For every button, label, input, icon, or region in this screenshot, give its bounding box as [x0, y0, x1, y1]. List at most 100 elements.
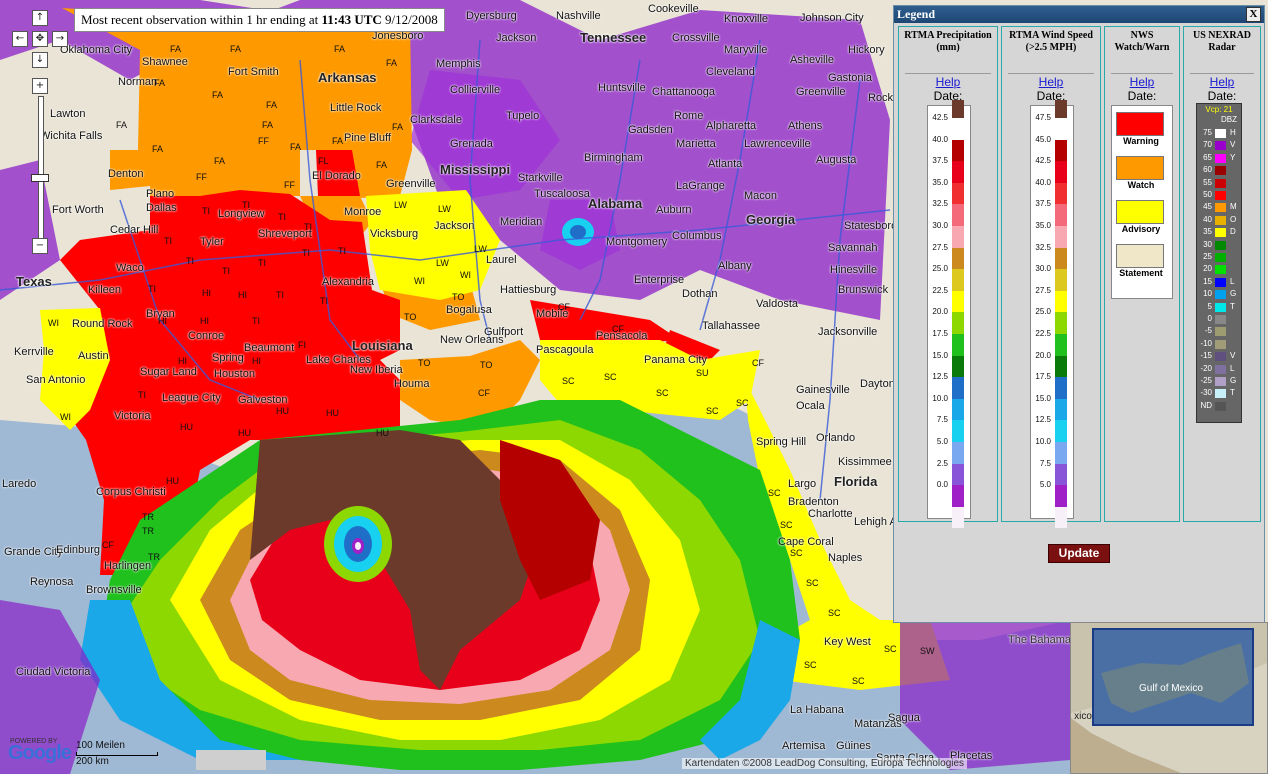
pan-up-button[interactable]: ↑: [32, 10, 48, 26]
scale-tick-label: 47.5: [1035, 113, 1051, 122]
zoom-slider-track[interactable]: [38, 96, 44, 242]
scale-tick-label: 10.0: [1035, 437, 1051, 446]
nws-date-label: Date:: [1127, 89, 1157, 103]
alert-code-label: SU: [696, 368, 709, 378]
scale-tick-label: 27.5: [1035, 285, 1051, 295]
nws-swatch-warning: [1116, 112, 1164, 136]
scale-swatch: [1055, 355, 1067, 378]
radar-swatch: [1215, 327, 1226, 337]
overview-map[interactable]: Gulf of Mexico xico: [1070, 622, 1268, 774]
place-label: Naples: [828, 552, 863, 564]
scale-tick-label: 35.0: [1035, 221, 1051, 230]
place-label: Grenada: [450, 138, 493, 150]
alert-code-label: FL: [318, 156, 329, 166]
radar-category-letter: L: [1230, 363, 1235, 373]
scale-tick-label: 42.5: [1035, 156, 1051, 166]
plus-icon: +: [35, 80, 45, 91]
radar-category-letter: V: [1230, 351, 1236, 361]
scale-tick-label: 17.5: [1035, 372, 1051, 382]
alert-code-label: HI: [178, 356, 187, 366]
place-label: Spring: [212, 352, 244, 364]
legend-separator: [1008, 73, 1094, 74]
place-label: Largo: [788, 478, 817, 490]
pan-right-button[interactable]: →: [52, 31, 68, 47]
google-logo[interactable]: Google: [8, 742, 72, 765]
zoom-slider-thumb[interactable]: [31, 174, 49, 182]
alert-code-label: HU: [238, 428, 251, 438]
radar-dbz-value: 65: [1203, 152, 1212, 162]
precip-help-link[interactable]: Help: [899, 75, 997, 89]
alert-code-label: SC: [852, 676, 865, 686]
alert-code-label: HI: [252, 356, 261, 366]
scale-swatch: [1055, 182, 1067, 205]
radar-dbz-value: 45: [1203, 202, 1212, 212]
place-label: Ocala: [796, 400, 825, 412]
place-label: LaGrange: [676, 180, 725, 192]
zoom-out-button[interactable]: −: [32, 238, 48, 254]
place-label: Valdosta: [756, 298, 798, 310]
place-label: Dallas: [146, 202, 177, 214]
place-label: Bogalusa: [446, 304, 492, 316]
wind-help-link[interactable]: Help: [1002, 75, 1100, 89]
legend-col-nws-title: NWS Watch/Warn: [1114, 30, 1170, 53]
radar-swatch: [1215, 377, 1226, 386]
place-label: Texas: [16, 274, 52, 289]
place-label: Cape Coral: [778, 536, 834, 548]
pan-down-button[interactable]: ↓: [32, 52, 48, 68]
radar-swatch: [1215, 315, 1226, 324]
alert-code-label: SW: [920, 646, 935, 656]
scale-tick-label: 32.5: [1035, 242, 1051, 252]
pan-left-button[interactable]: ←: [12, 31, 28, 47]
nws-help-link[interactable]: Help: [1105, 75, 1179, 89]
legend-col-radar: US NEXRAD Radar Help Date: Vcp: 21 DBZ 7…: [1183, 26, 1261, 522]
radar-dbz-value: 30: [1203, 239, 1212, 249]
legend-title-bar[interactable]: Legend X: [894, 6, 1264, 23]
place-label: Macon: [744, 190, 778, 202]
place-label: El Dorado: [312, 170, 361, 182]
alert-code-label: HI: [202, 288, 211, 298]
legend-col-radar-title: US NEXRAD Radar: [1192, 30, 1252, 53]
map-attribution[interactable]: Kartendaten ©2008 LeadDog Consulting, Eu…: [682, 758, 968, 769]
place-label: Jacksonville: [818, 326, 878, 338]
scale-swatch: [952, 269, 964, 291]
update-button[interactable]: Update: [1048, 544, 1110, 563]
place-label: Panama City: [644, 354, 707, 366]
place-label: Fort Worth: [52, 204, 104, 216]
place-label: Austin: [78, 350, 109, 362]
zoom-in-button[interactable]: +: [32, 78, 48, 94]
place-label: Lawrenceville: [744, 138, 811, 150]
radar-category-letter: V: [1230, 140, 1236, 150]
place-label: Sugar Land: [140, 366, 197, 378]
place-label: Albany: [718, 260, 752, 272]
radar-help-link[interactable]: Help: [1184, 75, 1260, 89]
pan-center-button[interactable]: ✥: [32, 31, 48, 47]
scale-tick-label: 40.0: [932, 134, 948, 144]
scale-swatch: [1055, 463, 1067, 486]
place-label: Georgia: [746, 212, 796, 227]
place-label: Reynosa: [30, 576, 74, 588]
place-label: Statesboro: [844, 220, 898, 232]
scale-tick-label: 45.0: [1035, 134, 1051, 144]
place-label: Augusta: [816, 154, 857, 166]
place-label: Artemisa: [782, 740, 826, 752]
scale-swatch: [952, 485, 964, 507]
place-label: Cedar Hill: [110, 224, 159, 236]
scale-swatch: [1055, 442, 1067, 464]
place-label: Dyersburg: [466, 10, 517, 22]
alert-code-label: TI: [302, 248, 310, 258]
precip-date-label: Date:: [933, 89, 963, 103]
scale-swatch: [952, 442, 964, 464]
place-label: Asheville: [790, 54, 835, 66]
scale-tick-label: 30.0: [1035, 264, 1051, 274]
place-label: Johnson City: [800, 12, 864, 24]
place-label: Maryville: [724, 44, 768, 56]
scale-swatch: [952, 334, 964, 356]
legend-close-button[interactable]: X: [1246, 7, 1261, 22]
scale-km: 200 km: [76, 756, 109, 767]
scale-swatch: [952, 226, 964, 248]
alert-code-label: FF: [258, 136, 269, 146]
alert-code-label: LW: [438, 204, 451, 214]
place-label: Alabama: [588, 196, 643, 211]
place-label: Meridian: [500, 216, 543, 228]
place-label: Ciudad Victoria: [16, 666, 91, 678]
